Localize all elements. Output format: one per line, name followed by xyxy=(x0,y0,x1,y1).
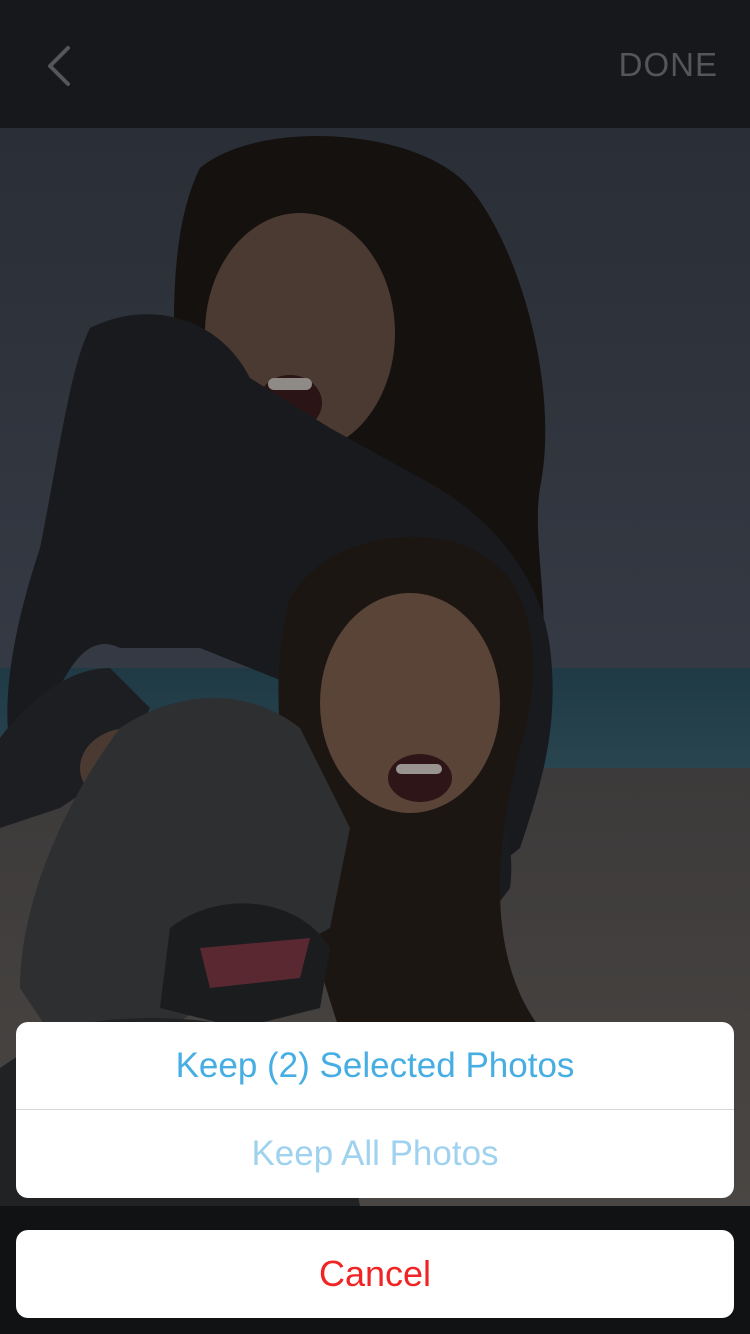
keep-all-photos-button[interactable]: Keep All Photos xyxy=(16,1110,734,1198)
keep-selected-photos-button[interactable]: Keep (2) Selected Photos xyxy=(16,1022,734,1110)
top-navbar: DONE xyxy=(0,0,750,128)
back-button[interactable] xyxy=(30,38,86,94)
screen: DONE Keep (2) Selected Photos Keep All P… xyxy=(0,0,750,1334)
action-sheet-options: Keep (2) Selected Photos Keep All Photos xyxy=(16,1022,734,1198)
cancel-button[interactable]: Cancel xyxy=(16,1230,734,1318)
chevron-left-icon xyxy=(48,46,70,86)
done-button[interactable]: DONE xyxy=(619,40,718,90)
